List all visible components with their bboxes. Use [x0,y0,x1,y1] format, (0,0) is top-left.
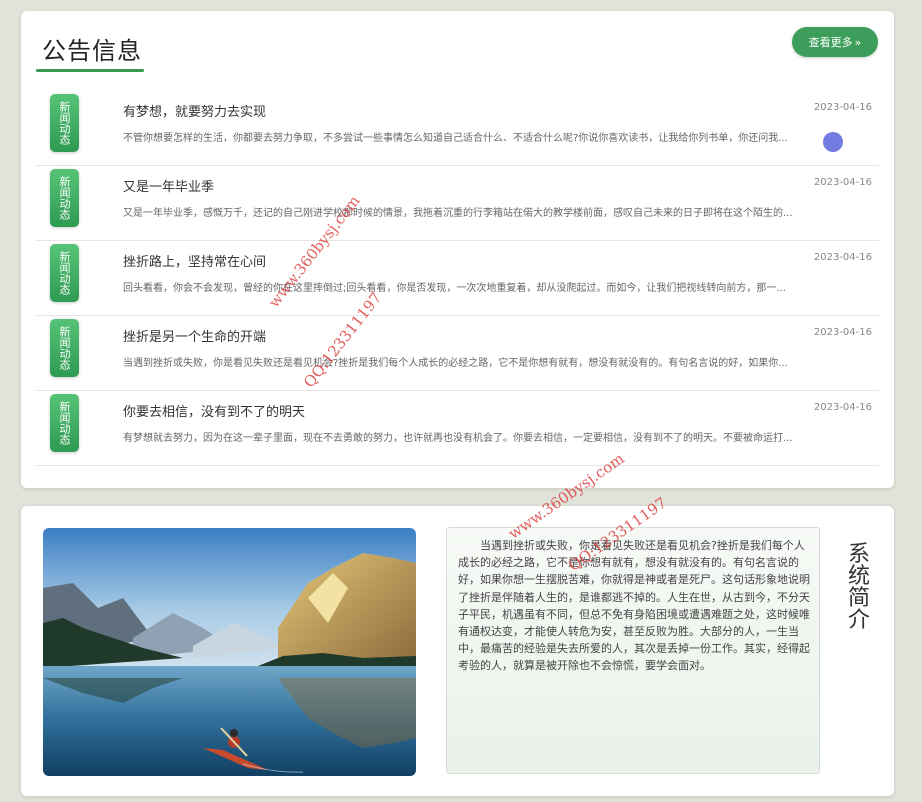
news-list: 新闻动态 有梦想，就要努力去实现 2023-04-16 不管你想要怎样的生活，你… [36,91,879,466]
news-date: 2023-04-16 [813,402,872,413]
news-excerpt: 回头看看，你会不会发现，曾经的你在这里摔倒过;回头看看，你是否发现，一次次地重复… [123,283,786,294]
news-title[interactable]: 有梦想，就要努力去实现 [123,101,266,120]
notice-title: 公告信息 [42,37,142,65]
news-title[interactable]: 挫折是另一个生命的开端 [123,326,266,345]
news-date: 2023-04-16 [813,327,872,338]
news-category-badge: 新闻动态 [50,94,79,152]
double-chevron-right-icon: » [854,35,862,49]
news-date: 2023-04-16 [813,102,872,113]
news-date: 2023-04-16 [813,252,872,263]
news-excerpt: 不管你想要怎样的生活，你都要去努力争取，不多尝试一些事情怎么知道自己适合什么、不… [123,133,788,144]
mouse-cursor-highlight [823,132,843,152]
news-title[interactable]: 你要去相信，没有到不了的明天 [123,401,305,420]
news-item[interactable]: 新闻动态 挫折路上，坚持常在心间 2023-04-16 回头看看，你会不会发现，… [36,241,879,316]
news-excerpt: 当遇到挫折或失败，你是看见失败还是看见机会?挫折是我们每个人成长的必经之路，它不… [123,358,788,369]
news-item[interactable]: 新闻动态 有梦想，就要努力去实现 2023-04-16 不管你想要怎样的生活，你… [36,91,879,166]
news-item[interactable]: 新闻动态 挫折是另一个生命的开端 2023-04-16 当遇到挫折或失败，你是看… [36,316,879,391]
intro-title: 系统简介 [847,542,870,633]
notice-title-underline [36,69,144,72]
news-excerpt: 又是一年毕业季，感慨万千，还记的自己刚进学校那时候的情景，我拖着沉重的行李箱站在… [123,208,793,219]
view-more-label: 查看更多 [808,36,853,49]
news-date: 2023-04-16 [813,177,872,188]
intro-text-box: 当遇到挫折或失败，你是看见失败还是看见机会?挫折是我们每个人成长的必经之路，它不… [446,527,820,774]
news-category-badge: 新闻动态 [50,319,79,377]
news-title[interactable]: 挫折路上，坚持常在心间 [123,251,266,270]
lake-mountain-kayak-image [43,528,416,776]
news-category-badge: 新闻动态 [50,244,79,302]
news-excerpt: 有梦想就去努力，因为在这一辈子里面，现在不去勇敢的努力，也许就再也没有机会了。你… [123,433,793,444]
news-item[interactable]: 新闻动态 又是一年毕业季 2023-04-16 又是一年毕业季，感慨万千，还记的… [36,166,879,241]
view-more-button[interactable]: 查看更多 » [792,27,878,57]
notice-card: 公告信息 查看更多 » 新闻动态 有梦想，就要努力去实现 2023-04-16 … [21,11,894,488]
intro-card: 当遇到挫折或失败，你是看见失败还是看见机会?挫折是我们每个人成长的必经之路，它不… [21,506,894,796]
news-item[interactable]: 新闻动态 你要去相信，没有到不了的明天 2023-04-16 有梦想就去努力，因… [36,391,879,466]
news-category-badge: 新闻动态 [50,394,79,452]
intro-text: 当遇到挫折或失败，你是看见失败还是看见机会?挫折是我们每个人成长的必经之路，它不… [458,539,810,673]
news-title[interactable]: 又是一年毕业季 [123,176,214,195]
news-category-badge: 新闻动态 [50,169,79,227]
